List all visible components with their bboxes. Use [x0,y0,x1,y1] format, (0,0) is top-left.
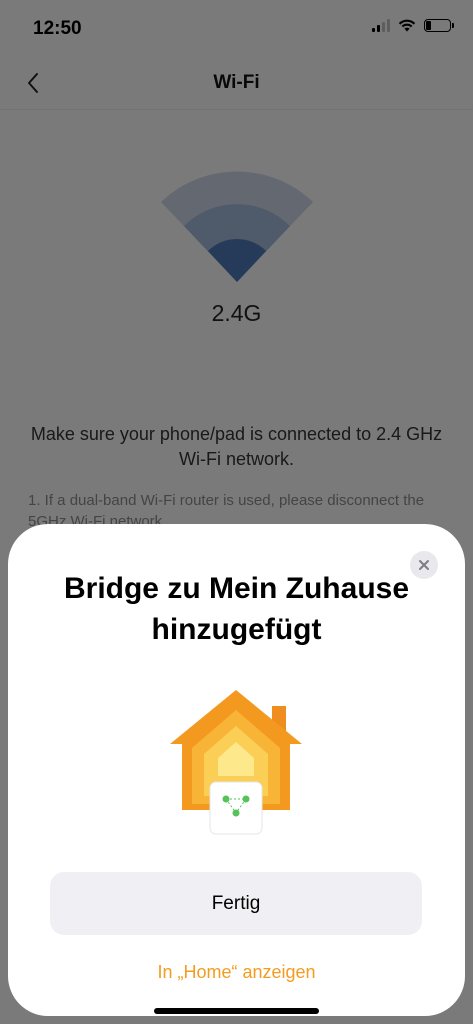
bridge-added-sheet: Bridge zu Mein Zuhause hinzugefügt Ferti… [8,524,465,1016]
sheet-title: Bridge zu Mein Zuhause hinzugefügt [63,572,410,646]
done-button[interactable]: Fertig [50,872,422,935]
home-indicator[interactable] [154,1008,319,1014]
show-in-home-link[interactable]: In „Home“ anzeigen [8,962,465,983]
home-bridge-icon [170,690,302,835]
